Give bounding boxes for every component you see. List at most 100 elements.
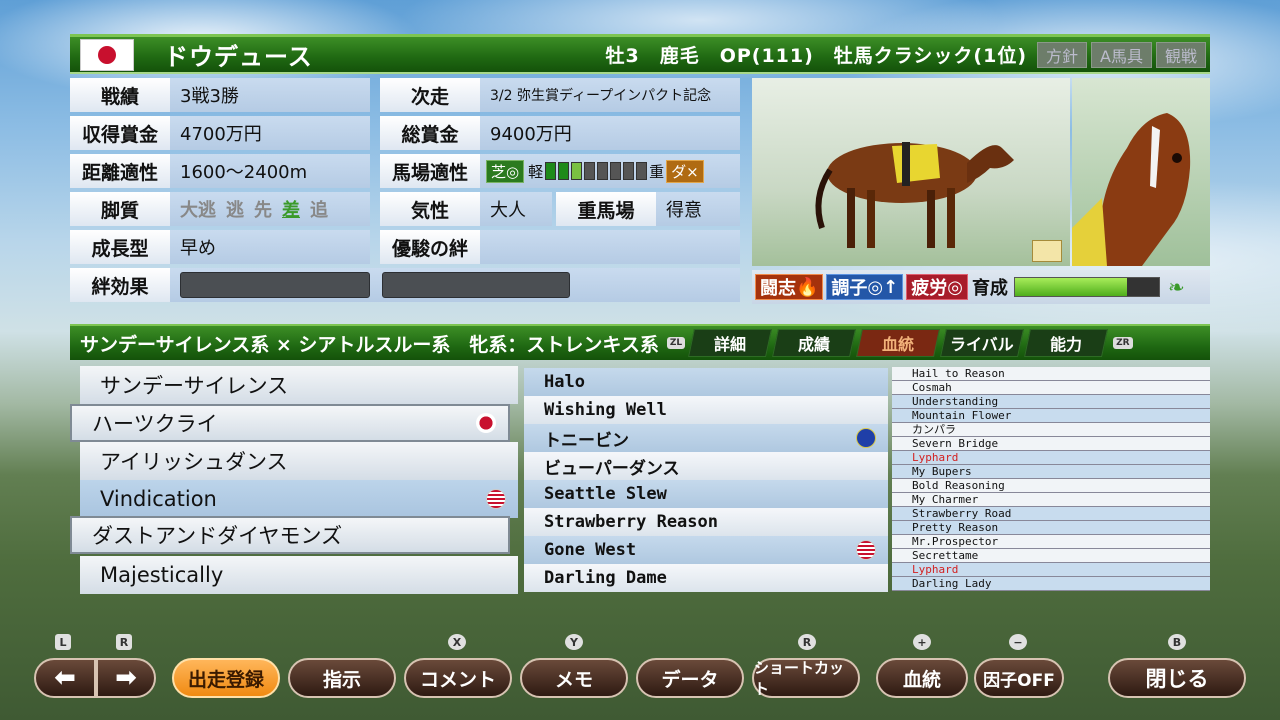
pedigree-g3-entry[interactable]: Pretty Reason [892,521,1210,535]
watch-button[interactable]: 観戦 [1155,41,1206,68]
bond-slot-1 [180,272,370,298]
track-bar-icon [610,162,622,180]
record-label: 戦績 [70,78,170,112]
pedigree-g2-entry[interactable]: Seattle Slew [524,480,888,508]
pedigree-g3-entry[interactable]: Severn Bridge [892,437,1210,451]
pedigree-g3-entry[interactable]: Lyphard [892,563,1210,577]
up-arrow-icon: ◎↑ [867,276,899,298]
prev-arrow-button[interactable]: ⬅ [34,658,96,698]
entry-button[interactable]: 出走登録 [172,658,280,698]
track-bar-icon [636,162,648,180]
pedigree-dam-sire[interactable]: Vindication [80,480,518,518]
pedigree-g2-entry[interactable]: Wishing Well [524,396,888,424]
pedigree-sire-sire[interactable]: サンデーサイレンス [80,366,518,404]
pedigree-g3-entry[interactable]: Lyphard [892,451,1210,465]
condition-label: 調子 [831,278,868,299]
pedigree-g3-entry[interactable]: Secrettame [892,549,1210,563]
condition-badge: 調子 ◎↑ [826,274,904,300]
pedigree-g3-entry[interactable]: Strawberry Road [892,507,1210,521]
pedigree-g3-entry[interactable]: Understanding [892,395,1210,409]
horse-face-icon [1072,113,1191,266]
lineage-text: サンデーサイレンス系 × シアトルスルー系 牝系：ストレンキス系 [80,333,659,356]
bond-effect-label: 絆効果 [70,268,170,302]
pedigree-g3-entry[interactable]: Mr.Prospector [892,535,1210,549]
distance-label: 距離適性 [70,154,170,188]
horse-info: 牡3 鹿毛 OP(111) 牡馬クラシック(1位) [605,45,1028,67]
temper-label: 気性 [380,192,480,226]
pedigree-g2-entry[interactable]: ビューパーダンス [524,452,888,480]
dam-sire-name: Vindication [100,487,217,511]
pedigree-g2-entry[interactable]: トニービン [524,424,888,452]
tab-ability[interactable]: 能力 [1024,329,1109,357]
zl-button-icon: ZL [666,337,686,349]
pedigree-sire-dam[interactable]: アイリッシュダンス [80,442,518,480]
pedigree-g3-entry[interactable]: カンパラ [892,423,1210,437]
pedigree-g2-entry[interactable]: Halo [524,368,888,396]
fight-badge: 闘志 🔥 [755,274,824,300]
heavy-track-label: 重馬場 [556,192,656,226]
record-value: 3戦3勝 [170,78,370,112]
leg-type-active: 差 [282,200,300,221]
turf-tag: 芝◎ [486,159,525,183]
total-label: 総賞金 [380,116,480,150]
b-button-hint: B [1168,634,1186,650]
training-label: 育成 [971,278,1008,299]
x-button-hint: X [448,634,466,650]
tab-rival[interactable]: ライバル [940,329,1025,357]
close-button[interactable]: 閉じる [1108,658,1246,698]
track-bar-icon [571,162,583,180]
tab-pedigree[interactable]: 血統 [856,329,941,357]
pedigree-g3-entry[interactable]: Darling Lady [892,577,1210,591]
pedigree-g3-entry[interactable]: Cosmah [892,381,1210,395]
horse-body-icon [815,142,1014,248]
usa-flag-icon [486,489,506,509]
training-fill [1014,278,1128,296]
pedigree-g2-entry[interactable]: Darling Dame [524,564,888,592]
bond-label: 優駿の絆 [380,230,480,264]
data-button[interactable]: データ [636,658,744,698]
pedigree-g3-entry[interactable]: Hail to Reason [892,367,1210,381]
next-arrow-button[interactable]: ➡ [96,658,156,698]
pedigree-g3-entry[interactable]: Bold Reasoning [892,479,1210,493]
horse-header: ドウデュース 牡3 鹿毛 OP(111) 牡馬クラシック(1位) 方針 A馬具 … [70,34,1210,74]
tab-details[interactable]: 詳細 [688,329,773,357]
usa-flag-icon [856,540,876,560]
distance-value: 1600～2400m [170,154,370,188]
pedigree-button[interactable]: 血統 [876,658,968,698]
pedigree-g3-entry[interactable]: My Charmer [892,493,1210,507]
leg-type: 大逃 [180,200,216,221]
factor-off-button[interactable]: 因子OFF [974,658,1064,698]
pedigree-g2-entry[interactable]: Gone West [524,536,888,564]
equipment-button[interactable]: A馬具 [1091,41,1152,68]
pedigree-g3-entry[interactable]: Mountain Flower [892,409,1210,423]
fatigue-badge: 疲労 ◎ [906,274,968,300]
memo-button[interactable]: メモ [520,658,628,698]
eu-flag-icon [856,428,876,448]
policy-button[interactable]: 方針 [1037,41,1088,68]
heavy-label: 重 [649,162,665,181]
heavy-track-value: 得意 [656,192,740,226]
g2-name: Gone West [544,540,637,560]
tab-results[interactable]: 成績 [772,329,857,357]
pedigree-g2-entry[interactable]: Strawberry Reason [524,508,888,536]
pedigree-g3-entry[interactable]: My Bupers [892,465,1210,479]
track-bar-icon [584,162,596,180]
earned-value: 4700万円 [170,116,370,150]
left-arrow-icon: ⬅ [54,663,76,693]
earned-label: 収得賞金 [70,116,170,150]
track-bar-icon [545,162,557,180]
track-value: 芝◎ 軽 重 ダ× [480,154,740,188]
book-icon[interactable] [1032,240,1062,262]
pedigree-dam-dam[interactable]: Majestically [80,556,518,594]
fatigue-label: 疲労 [911,278,948,299]
next-race-label: 次走 [380,78,480,112]
total-value: 9400万円 [480,116,740,150]
pedigree-dam[interactable]: ダストアンドダイヤモンズ [70,516,510,554]
comment-button[interactable]: コメント [404,658,512,698]
next-race-value: 3/2 弥生賞ディープインパクト記念 [480,78,740,112]
g2-name: トニービン [544,430,629,451]
shortcut-button[interactable]: ショートカット [752,658,860,698]
pedigree-sire[interactable]: ハーツクライ [70,404,510,442]
bond-effect-value [170,268,370,302]
instruction-button[interactable]: 指示 [288,658,396,698]
